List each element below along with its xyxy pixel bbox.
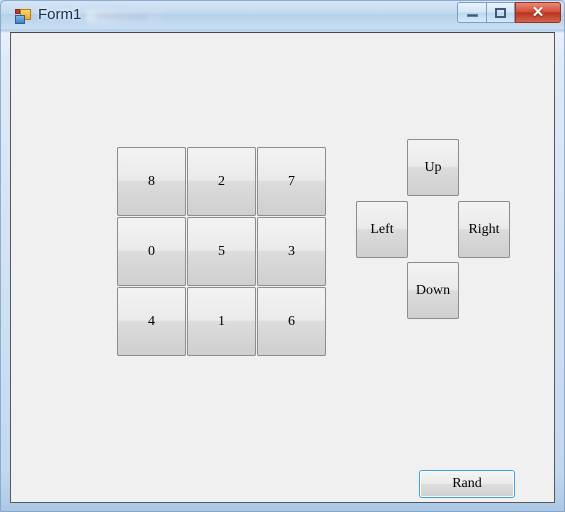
minimize-icon — [466, 14, 478, 17]
winforms-app-icon[interactable] — [15, 9, 32, 24]
puzzle-tile-r2c0[interactable]: 4 — [117, 287, 186, 356]
puzzle-tile-r0c2[interactable]: 7 — [257, 147, 326, 216]
rand-button[interactable]: Rand — [419, 470, 515, 498]
puzzle-tile-r0c0[interactable]: 8 — [117, 147, 186, 216]
close-icon: ✕ — [531, 4, 545, 21]
maximize-icon — [495, 7, 506, 18]
maximize-button[interactable] — [486, 2, 515, 23]
up-button[interactable]: Up — [407, 139, 459, 196]
title-bar[interactable]: Form1 ✕ — [0, 0, 565, 30]
puzzle-tile-r2c1[interactable]: 1 — [187, 287, 256, 356]
left-button[interactable]: Left — [356, 201, 408, 258]
puzzle-tile-r1c1[interactable]: 5 — [187, 217, 256, 286]
form-client-area: 8 2 7 0 5 3 4 1 6 Up Left Right Down Ran… — [10, 32, 555, 503]
window-controls: ✕ — [457, 2, 561, 24]
minimize-button[interactable] — [457, 2, 486, 23]
close-button[interactable]: ✕ — [515, 2, 561, 23]
puzzle-tile-r1c2[interactable]: 3 — [257, 217, 326, 286]
window-title: Form1 — [38, 6, 82, 23]
puzzle-tile-r0c1[interactable]: 2 — [187, 147, 256, 216]
title-bar-ghost-artifact-2 — [96, 13, 148, 20]
icon-square-blue — [15, 15, 25, 24]
puzzle-tile-r1c0[interactable]: 0 — [117, 217, 186, 286]
application-window: Form1 ✕ 8 2 7 0 5 3 4 1 6 Up Left Right … — [0, 0, 565, 512]
puzzle-tile-r2c2[interactable]: 6 — [257, 287, 326, 356]
right-button[interactable]: Right — [458, 201, 510, 258]
down-button[interactable]: Down — [407, 262, 459, 319]
